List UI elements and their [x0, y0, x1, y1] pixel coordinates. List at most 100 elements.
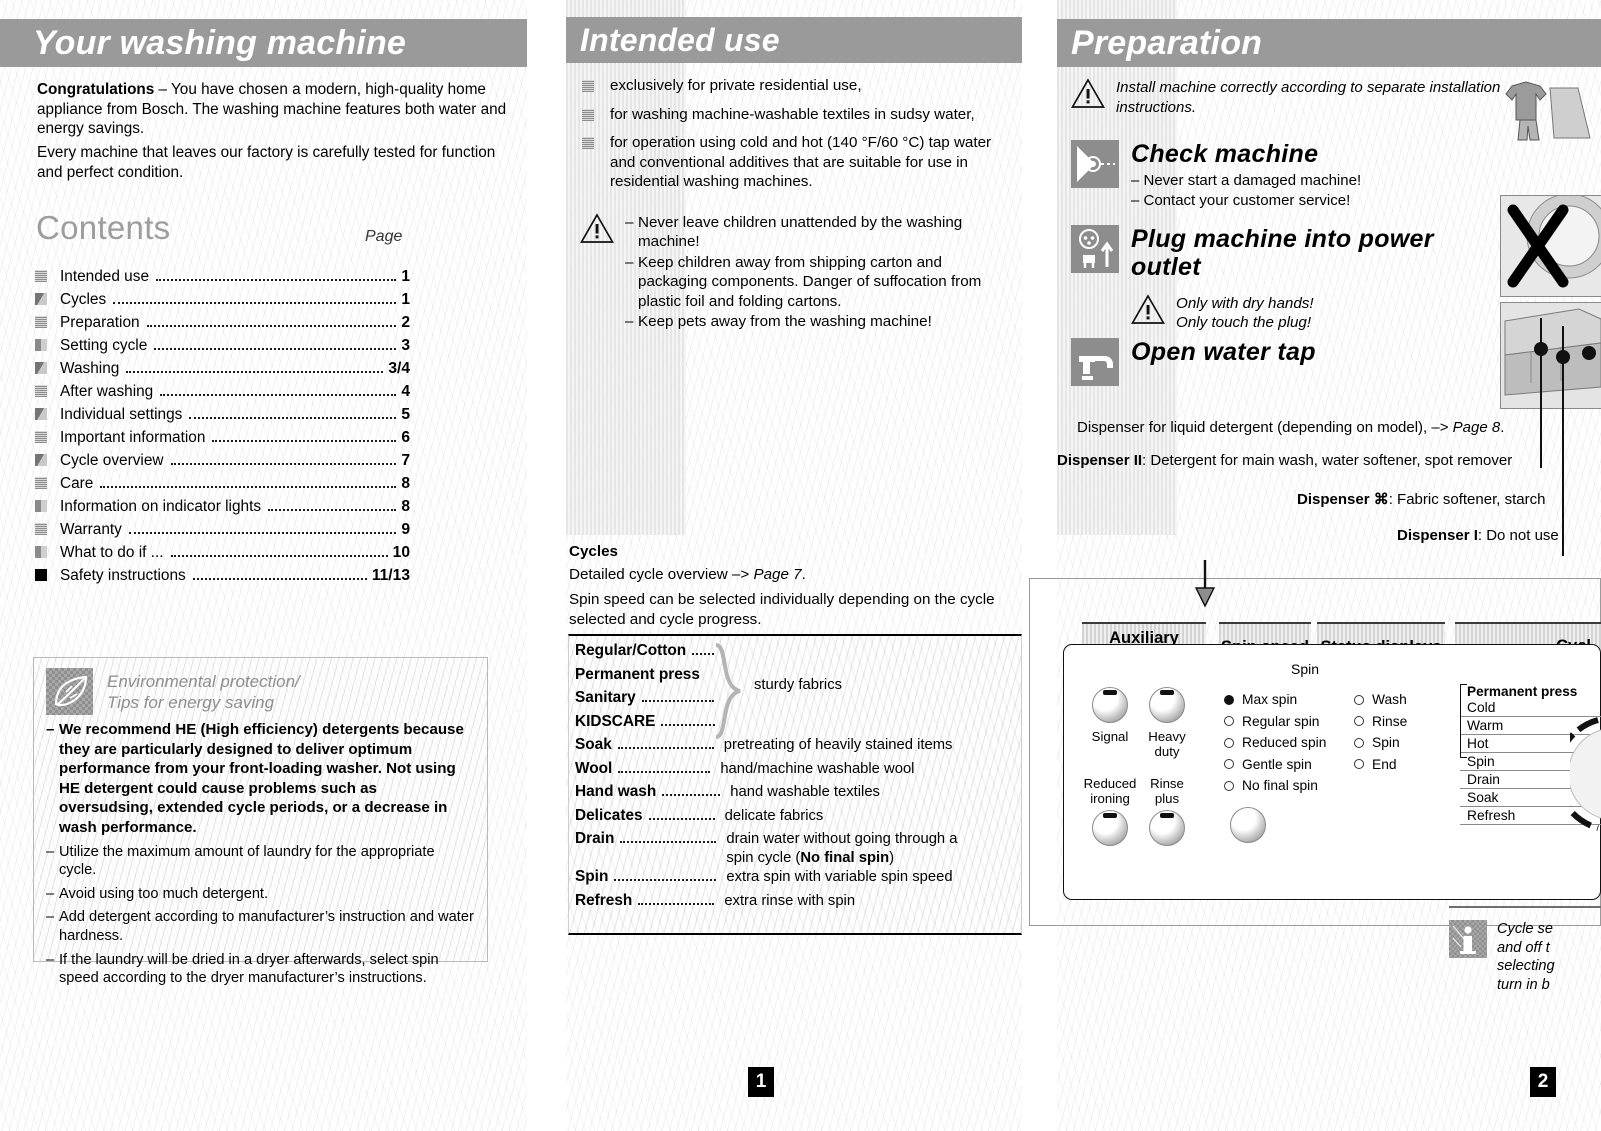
cycle-name: Permanent press	[575, 665, 700, 683]
warning-item: – Keep children away from shipping carton…	[625, 253, 1013, 311]
toc-row[interactable]: Care 8	[35, 475, 410, 498]
toc-bullet-icon	[35, 477, 47, 489]
congratulations-label: Congratulations	[37, 81, 155, 98]
toc-bullet-icon	[35, 362, 47, 374]
status-option-label: Rinse	[1372, 713, 1408, 729]
panel-pointer-arrow-icon	[1194, 560, 1216, 608]
column-your-washing-machine: Your washing machine Congratulations – Y…	[0, 0, 527, 1131]
toc-page-number: 11/13	[371, 567, 410, 584]
cycle-name: Regular/Cotton	[575, 642, 687, 659]
cycle-group-bracket	[1460, 684, 1467, 758]
cycle-description: hand washable textiles	[730, 784, 880, 800]
tip-dash: –	[46, 843, 55, 860]
cycle-selector-dial-icon[interactable]	[1570, 714, 1601, 834]
cycle-selection-info-note: Cycle se and off t selecting turn in b	[1449, 920, 1555, 994]
knob-signal-dial[interactable]	[1092, 687, 1128, 723]
inspect-eye-icon	[1071, 140, 1119, 188]
cycle-description: extra rinse with spin	[724, 892, 856, 909]
spin-option[interactable]: Max spin	[1224, 689, 1344, 711]
spin-option[interactable]: Regular spin	[1224, 711, 1344, 733]
toc-label: Information on indicator lights	[60, 498, 262, 515]
step-check-machine: Check machine – Never start a damaged ma…	[1071, 140, 1471, 210]
status-option[interactable]: Wash	[1354, 689, 1464, 711]
knob-heavy-duty-label-l1: Heavy	[1148, 729, 1186, 744]
spin-option-label: Reduced spin	[1242, 735, 1327, 750]
toc-leader-dots	[113, 302, 397, 304]
knob-reduced-ironing-label-l1: Reduced	[1083, 776, 1137, 791]
knob-spin-speed[interactable]	[1230, 807, 1266, 843]
toc-row[interactable]: After washing 4	[35, 383, 410, 406]
install-warning-block: Install machine correctly according to s…	[1071, 78, 1506, 117]
tip-dash: –	[46, 951, 55, 968]
bullet-text: for operation using cold and hot (140 °F…	[610, 134, 992, 190]
status-option[interactable]: End	[1354, 754, 1464, 776]
plug-warning-text: Only with dry hands! Only touch the plug…	[1176, 294, 1314, 333]
status-option[interactable]: Spin	[1354, 732, 1464, 754]
radio-indicator-icon	[1224, 694, 1234, 705]
toc-bullet-icon	[35, 270, 47, 282]
knob-heavy-duty-label: Heavy duty	[1139, 729, 1195, 759]
cycle-row: Delicates delicate fabrics	[569, 807, 1021, 831]
illustration-laundry	[1500, 80, 1601, 142]
toc-leader-dots	[170, 463, 397, 465]
dispenser-liquid-prefix: Dispenser for liquid detergent (dependin…	[1077, 419, 1453, 436]
tip-text: Add detergent according to manufacturer’…	[59, 909, 474, 944]
spin-option[interactable]: Gentle spin	[1224, 754, 1344, 776]
toc-row[interactable]: Individual settings 5	[35, 406, 410, 429]
cycle-description: pretreating of heavily stained items	[723, 737, 953, 753]
step-open-water-tap-heading: Open water tap	[1131, 338, 1316, 366]
radio-indicator-icon	[1354, 759, 1364, 770]
warning-item: – Never leave children unattended by the …	[625, 213, 1013, 252]
intro-paragraph-2: Every machine that leaves our factory is…	[37, 144, 496, 181]
page-title-intended-use: Intended use	[566, 17, 1022, 63]
warning-triangle-icon	[580, 213, 614, 332]
toc-row[interactable]: Information on indicator lights 8	[35, 498, 410, 521]
environmental-tip: – If the laundry will be dried in a dryer…	[46, 951, 475, 988]
knob-reduced-ironing-dial[interactable]	[1092, 810, 1128, 846]
dispenser-I-line: Dispenser I: Do not use	[1397, 527, 1559, 544]
knob-reduced-ironing[interactable]	[1092, 810, 1128, 846]
toc-row[interactable]: Warranty 9	[35, 521, 410, 544]
toc-row[interactable]: Cycle overview 7	[35, 452, 410, 475]
toc-row[interactable]: Cycles 1	[35, 291, 410, 314]
cycle-leader-dots	[614, 878, 717, 881]
contents-page-column-label: Page	[365, 228, 403, 245]
knob-rinse-plus-label: Rinse plus	[1139, 776, 1195, 806]
toc-row[interactable]: What to do if ... 10	[35, 544, 410, 567]
cycle-leader-dots	[641, 699, 714, 702]
toc-page-number: 1	[401, 291, 410, 308]
cycle-row: Spin extra spin with variable spin speed	[569, 868, 1021, 892]
environmental-tip: – Add detergent according to manufacturer…	[46, 908, 475, 945]
knob-reduced-ironing-label: Reduced ironing	[1076, 776, 1144, 806]
knob-rinse-plus[interactable]	[1149, 810, 1185, 846]
toc-row[interactable]: Important information 6	[35, 429, 410, 452]
toc-bullet-icon	[35, 339, 47, 351]
knob-signal[interactable]	[1092, 687, 1128, 723]
knob-signal-label-text: Signal	[1091, 729, 1129, 744]
knob-rinse-plus-dial[interactable]	[1149, 810, 1185, 846]
knob-heavy-duty[interactable]	[1149, 687, 1185, 723]
environmental-title: Environmental protection/ Tips for energ…	[107, 668, 300, 713]
toc-row[interactable]: Washing 3/4	[35, 360, 410, 383]
status-option-label: Wash	[1372, 692, 1407, 707]
toc-row[interactable]: Safety instructions 11/13	[35, 567, 410, 590]
knob-heavy-duty-dial[interactable]	[1149, 687, 1185, 723]
knob-spin-speed-dial[interactable]	[1230, 807, 1266, 843]
toc-page-number: 8	[401, 475, 410, 492]
toc-page-number: 3	[401, 337, 410, 354]
status-option[interactable]: Rinse	[1354, 711, 1464, 733]
status-display-options: Wash Rinse Spin End	[1354, 689, 1464, 775]
radio-indicator-icon	[1354, 694, 1364, 705]
toc-page-number: 2	[401, 314, 410, 331]
cycle-row: Hand wash hand washable textiles	[569, 783, 1021, 807]
toc-row[interactable]: Intended use 1	[35, 268, 410, 291]
toc-label: Setting cycle	[60, 337, 148, 354]
warning-dash: –	[625, 214, 634, 231]
cycle-name: Hand wash	[575, 783, 657, 800]
toc-row[interactable]: Preparation 2	[35, 314, 410, 337]
spin-option[interactable]: No final spin	[1224, 775, 1344, 797]
cycle-leader-dots	[662, 793, 721, 796]
warning-triangle-icon-plug	[1131, 294, 1165, 333]
toc-row[interactable]: Setting cycle 3	[35, 337, 410, 360]
spin-option[interactable]: Reduced spin	[1224, 732, 1344, 754]
